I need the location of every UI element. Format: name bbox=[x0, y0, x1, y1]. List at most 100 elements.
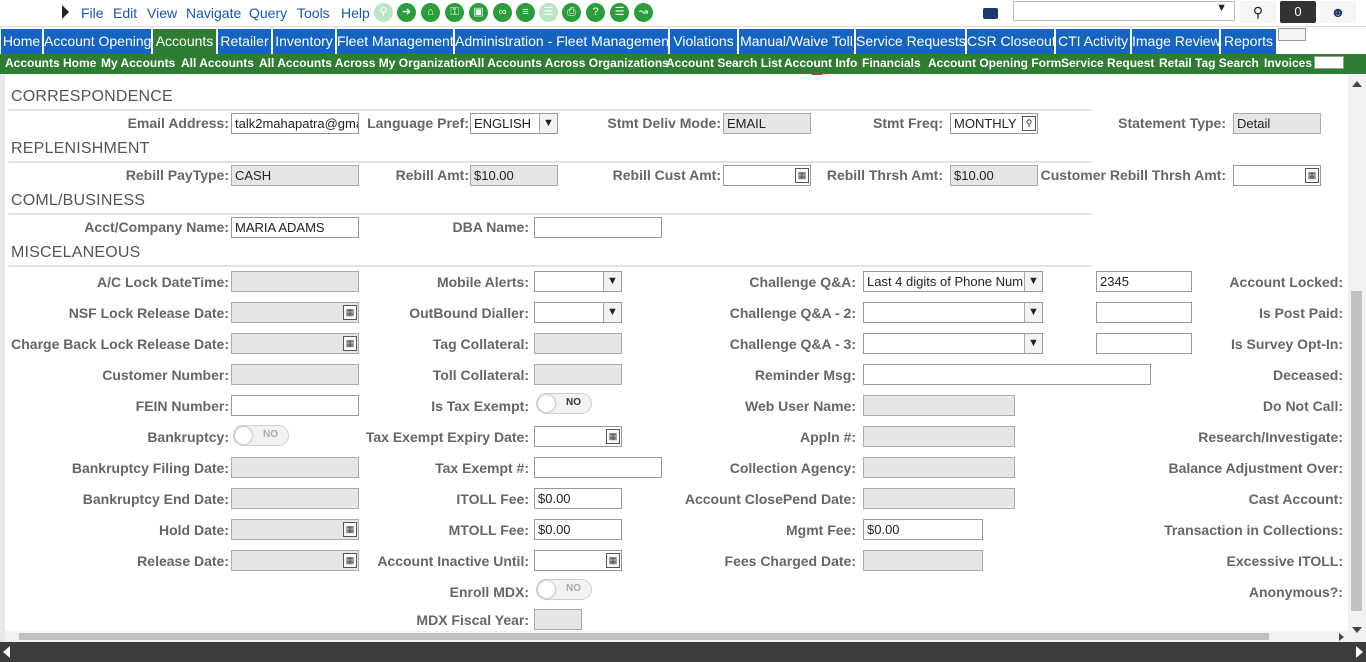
home-icon[interactable]: ⌂ bbox=[421, 3, 440, 22]
enroll-mdx-toggle[interactable]: NO bbox=[536, 579, 592, 600]
scrollbar-thumb[interactable] bbox=[19, 633, 1269, 640]
nav-reports[interactable]: Reports bbox=[1221, 29, 1276, 54]
menu-expand-icon[interactable] bbox=[62, 5, 69, 19]
chat-icon[interactable] bbox=[983, 8, 998, 19]
nav-fleet-management[interactable]: Fleet Management bbox=[337, 29, 454, 54]
subnav-invoices[interactable]: Invoices bbox=[1264, 54, 1312, 74]
calendar-icon[interactable]: ▦ bbox=[606, 429, 620, 444]
link-icon[interactable]: ∞ bbox=[493, 3, 512, 22]
document-icon[interactable]: ☰ bbox=[539, 3, 558, 22]
hold-date-field[interactable]: ▦ bbox=[231, 519, 359, 540]
tax-exempt-expiry-field[interactable]: ▦ bbox=[534, 426, 622, 447]
search-icon[interactable]: ⚲ bbox=[374, 3, 393, 22]
nav-image-review[interactable]: Image Review bbox=[1132, 29, 1221, 54]
company-name-field[interactable]: MARIA ADAMS bbox=[231, 217, 359, 238]
subnav-retail-tag-search[interactable]: Retail Tag Search bbox=[1159, 54, 1259, 74]
bankruptcy-toggle[interactable]: NO bbox=[233, 425, 289, 446]
search-button[interactable]: ⚲ bbox=[1240, 1, 1276, 23]
stmt-freq-field[interactable]: MONTHLY ⚲ bbox=[950, 113, 1038, 134]
print-icon[interactable]: ⎙ bbox=[562, 3, 581, 22]
scrollbar-thumb[interactable] bbox=[1351, 291, 1362, 611]
subnav-all-accounts[interactable]: All Accounts bbox=[181, 54, 254, 74]
scroll-down-icon[interactable] bbox=[1352, 627, 1362, 633]
global-search-select[interactable]: ▼ bbox=[1013, 1, 1235, 21]
nav-service-requests[interactable]: Service Requests bbox=[856, 29, 966, 54]
chargeback-release-field[interactable]: ▦ bbox=[231, 333, 359, 354]
nav-csr-closeout[interactable]: CSR Closeout bbox=[967, 29, 1056, 54]
subnav-account-opening-form[interactable]: Account Opening Form bbox=[928, 54, 1061, 74]
dba-name-field[interactable] bbox=[534, 217, 662, 238]
scroll-left-icon[interactable] bbox=[3, 646, 10, 658]
scroll-right-icon[interactable] bbox=[1356, 646, 1363, 658]
customer-rebill-thrsh-field[interactable]: ▦ bbox=[1233, 165, 1321, 186]
scroll-right-icon[interactable] bbox=[1339, 633, 1344, 641]
clipboard-icon[interactable]: ▣ bbox=[469, 3, 488, 22]
nav-overflow-button[interactable] bbox=[1278, 28, 1306, 41]
subnav-all-accounts-orgs[interactable]: All Accounts Across Organizations bbox=[469, 54, 669, 74]
menu-file[interactable]: File bbox=[81, 5, 104, 21]
scroll-up-icon[interactable] bbox=[1352, 81, 1362, 87]
tax-exempt-toggle[interactable]: NO bbox=[536, 393, 592, 414]
do-not-call-label: Do Not Call: bbox=[1262, 398, 1343, 414]
menu-query[interactable]: Query bbox=[249, 5, 287, 21]
help-icon[interactable]: ? bbox=[586, 3, 605, 22]
notes-icon[interactable]: ☰ bbox=[610, 3, 629, 22]
release-date-field[interactable]: ▦ bbox=[231, 550, 359, 571]
fein-number-field[interactable] bbox=[231, 395, 359, 416]
stmt-deliv-field: EMAIL bbox=[723, 113, 811, 134]
user-icon[interactable]: ☻ bbox=[1320, 1, 1356, 23]
nav-home[interactable]: Home bbox=[1, 29, 42, 54]
subnav-my-accounts[interactable]: My Accounts bbox=[101, 54, 175, 74]
ac-lock-datetime-field bbox=[231, 271, 359, 292]
account-info-form: CORRESPONDENCE Email Address: talk2mahap… bbox=[0, 75, 1348, 642]
nav-retailer[interactable]: Retailer bbox=[218, 29, 271, 54]
outbound-dialler-select[interactable]: ▼ bbox=[534, 302, 622, 323]
challenge-qa-3-select[interactable]: ▼ bbox=[863, 333, 1043, 354]
mobile-alerts-select[interactable]: ▼ bbox=[534, 271, 622, 292]
nav-account-opening[interactable]: Account Opening bbox=[44, 29, 151, 54]
nav-manual-waive-toll[interactable]: Manual/Waive Toll bbox=[739, 29, 854, 54]
bottom-bar bbox=[0, 642, 1366, 662]
subnav-account-info[interactable]: Account Info bbox=[784, 54, 857, 74]
nsf-lock-release-field[interactable]: ▦ bbox=[231, 302, 359, 323]
vertical-scrollbar[interactable] bbox=[1348, 75, 1366, 642]
menu-view[interactable]: View bbox=[147, 5, 177, 21]
lookup-icon[interactable]: ⚲ bbox=[1022, 116, 1036, 131]
rebill-cust-amt-field[interactable]: ▦ bbox=[723, 165, 811, 186]
challenge-qa-2-select[interactable]: ▼ bbox=[863, 302, 1043, 323]
language-pref-select[interactable]: ENGLISH ▼ bbox=[470, 113, 558, 134]
chart-icon[interactable]: ↝ bbox=[634, 3, 653, 22]
mgmt-fee-field[interactable]: $0.00 bbox=[863, 519, 983, 540]
key-icon[interactable]: ⚿ bbox=[445, 3, 464, 22]
tax-exempt-number-field[interactable] bbox=[534, 457, 662, 478]
menu-tools[interactable]: Tools bbox=[297, 5, 330, 21]
menu-help[interactable]: Help bbox=[341, 5, 370, 21]
nav-inventory[interactable]: Inventory bbox=[273, 29, 335, 54]
subnav-service-request[interactable]: Service Request bbox=[1061, 54, 1154, 74]
calculator-icon[interactable]: ▦ bbox=[1305, 168, 1319, 183]
mtoll-fee-label: MTOLL Fee: bbox=[448, 522, 529, 538]
challenge-qa-select[interactable]: Last 4 digits of Phone Number ▼ bbox=[863, 271, 1043, 292]
section-correspondence: CORRESPONDENCE bbox=[11, 88, 173, 105]
nav-accounts[interactable]: Accounts bbox=[153, 29, 216, 54]
nav-violations[interactable]: Violations bbox=[670, 29, 737, 54]
subnav-account-search-list[interactable]: Account Search List bbox=[666, 54, 782, 74]
subnav-accounts-home[interactable]: Accounts Home bbox=[5, 54, 96, 74]
menu-navigate[interactable]: Navigate bbox=[186, 5, 241, 21]
mtoll-fee-field[interactable]: $0.00 bbox=[534, 519, 622, 540]
email-field[interactable]: talk2mahapatra@gmail.com bbox=[231, 113, 359, 134]
forward-icon[interactable]: ➜ bbox=[397, 3, 416, 22]
itoll-fee-field[interactable]: $0.00 bbox=[534, 488, 622, 509]
list-icon[interactable]: ≡ bbox=[516, 3, 535, 22]
nav-admin-fleet[interactable]: Administration - Fleet Management bbox=[455, 29, 673, 54]
nav-cti-activity[interactable]: CTI Activity bbox=[1056, 29, 1130, 54]
subnav-financials[interactable]: Financials bbox=[862, 54, 921, 74]
subnav-all-accounts-my-org[interactable]: All Accounts Across My Organization bbox=[259, 54, 472, 74]
notification-badge[interactable]: 0 bbox=[1280, 1, 1316, 23]
subnav-overflow-button[interactable] bbox=[1314, 56, 1344, 69]
menu-edit[interactable]: Edit bbox=[113, 5, 137, 21]
fees-charged-date-label: Fees Charged Date: bbox=[724, 553, 856, 569]
horizontal-scrollbar[interactable] bbox=[5, 631, 1348, 642]
calendar-icon[interactable]: ▦ bbox=[606, 553, 620, 568]
account-inactive-field[interactable]: ▦ bbox=[534, 550, 622, 571]
